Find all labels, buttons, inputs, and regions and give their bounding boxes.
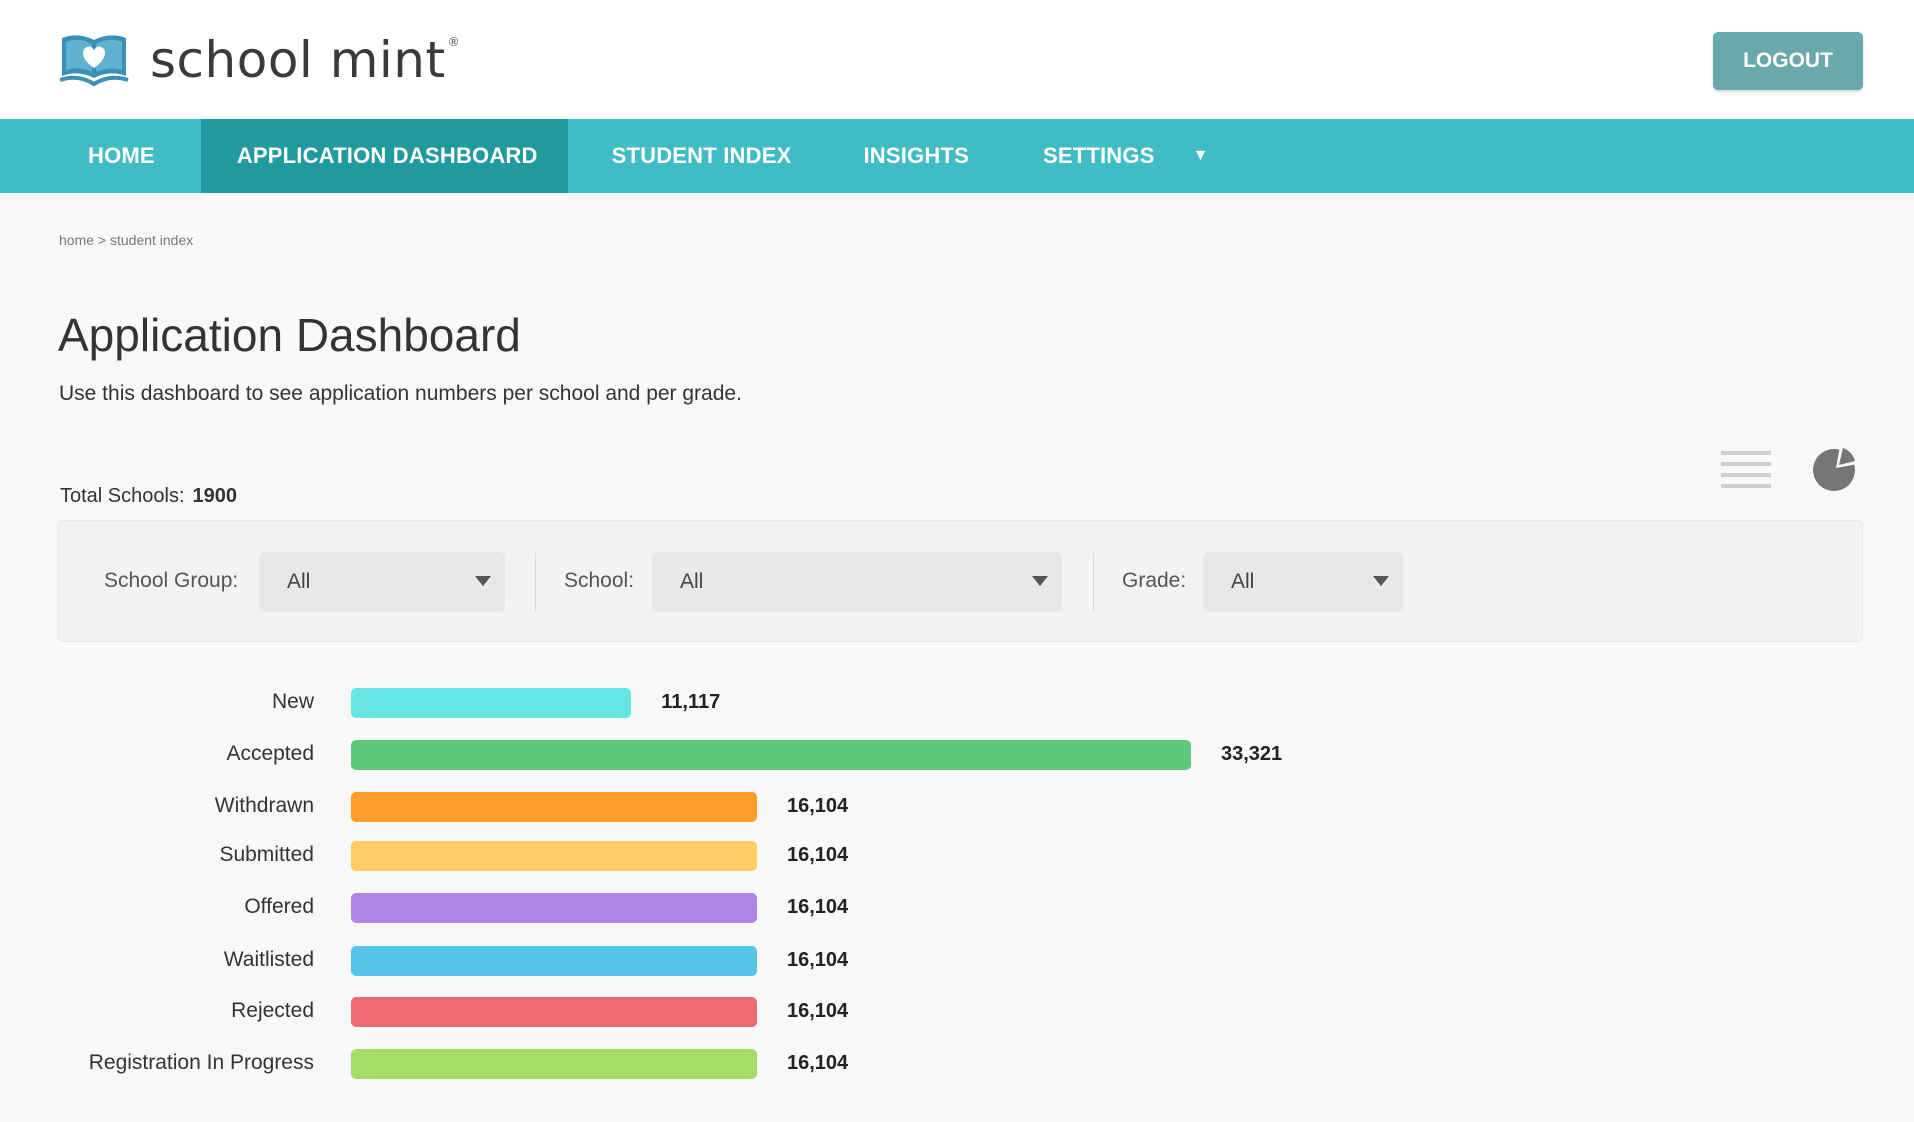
bar-label-registration-in-progress: Registration In Progress: [88, 1051, 314, 1074]
bar-waitlisted[interactable]: [351, 946, 757, 976]
bar-submitted[interactable]: [351, 841, 757, 871]
bar-label-waitlisted: Waitlisted: [223, 948, 314, 971]
grade-label: Grade:: [1122, 569, 1187, 592]
bar-offered[interactable]: [351, 893, 757, 923]
bar-value-registration-in-progress: 16,104: [786, 1052, 849, 1074]
grade-select[interactable]: All: [1203, 552, 1403, 612]
nav-insights[interactable]: INSIGHTS: [821, 119, 999, 193]
total-schools-label: Total Schools:: [60, 485, 185, 507]
school-group-select[interactable]: All: [259, 552, 505, 612]
app-page: school mint ® LOGOUT HOME APPLICATION DAS…: [0, 0, 1914, 1122]
chevron-down-icon: [1373, 576, 1389, 586]
application-status-bar-chart: New 11,117 Accepted 33,321 Withdrawn 16,104 Su…: [0, 660, 1914, 1100]
logout-button[interactable]: LOGOUT: [1713, 32, 1863, 90]
main-nav: HOME APPLICATION DASHBOARD STUDENT INDEX…: [0, 119, 1914, 193]
school-group-value: All: [287, 570, 311, 593]
grade-value: All: [1231, 570, 1255, 593]
chevron-down-icon: [1032, 576, 1048, 586]
filter-panel: School Group: All School: All Grade: All: [58, 520, 1863, 642]
nav-student-index[interactable]: STUDENT INDEX: [568, 119, 822, 193]
nav-application-dashboard[interactable]: APPLICATION DASHBOARD: [200, 119, 568, 193]
bar-label-new: New: [271, 690, 314, 713]
book-heart-icon: [59, 35, 129, 87]
registered-mark: ®: [447, 35, 461, 49]
bar-label-offered: Offered: [244, 895, 314, 918]
bar-value-new: 11,117: [661, 691, 721, 713]
school-mint-logo[interactable]: school mint ®: [58, 30, 460, 90]
bar-value-offered: 16,104: [786, 896, 849, 918]
filter-divider: [1093, 553, 1094, 611]
bar-value-rejected: 16,104: [786, 1000, 849, 1022]
school-group-label: School Group:: [104, 569, 239, 592]
filter-divider: [535, 553, 536, 611]
bar-label-submitted: Submitted: [219, 843, 314, 866]
school-label: School:: [564, 569, 635, 592]
pie-chart-icon[interactable]: [1812, 444, 1860, 492]
page-subtitle: Use this dashboard to see application nu…: [59, 382, 742, 405]
list-view-icon[interactable]: [1721, 449, 1771, 489]
top-header: school mint ® LOGOUT: [0, 0, 1914, 119]
bar-label-withdrawn: Withdrawn: [214, 794, 314, 817]
bar-withdrawn[interactable]: [351, 792, 757, 822]
bar-value-waitlisted: 16,104: [786, 949, 849, 971]
bar-label-accepted: Accepted: [226, 742, 314, 765]
caret-down-icon[interactable]: ▼: [1193, 147, 1209, 165]
bar-accepted[interactable]: [351, 740, 1191, 770]
bar-value-submitted: 16,104: [786, 844, 849, 866]
bar-registration-in-progress[interactable]: [351, 1049, 757, 1079]
brand-name: school mint ®: [150, 31, 460, 89]
bar-value-withdrawn: 16,104: [786, 795, 849, 817]
school-value: All: [680, 570, 704, 593]
bar-label-rejected: Rejected: [231, 999, 314, 1022]
bar-new[interactable]: [351, 688, 632, 718]
brand-name-text: school mint: [150, 31, 446, 89]
bar-rejected[interactable]: [351, 997, 757, 1027]
page-title: Application Dashboard: [58, 309, 521, 361]
bar-value-accepted: 33,321: [1221, 743, 1283, 765]
breadcrumb[interactable]: home > student index: [59, 232, 193, 248]
nav-home[interactable]: HOME: [0, 119, 201, 193]
total-schools: Total Schools: 1900: [60, 485, 237, 508]
chevron-down-icon: [475, 576, 491, 586]
nav-settings-label: SETTINGS: [1042, 143, 1155, 168]
total-schools-value: 1900: [192, 485, 238, 507]
nav-settings[interactable]: SETTINGS ▼: [999, 119, 1239, 193]
school-select[interactable]: All: [652, 552, 1062, 612]
